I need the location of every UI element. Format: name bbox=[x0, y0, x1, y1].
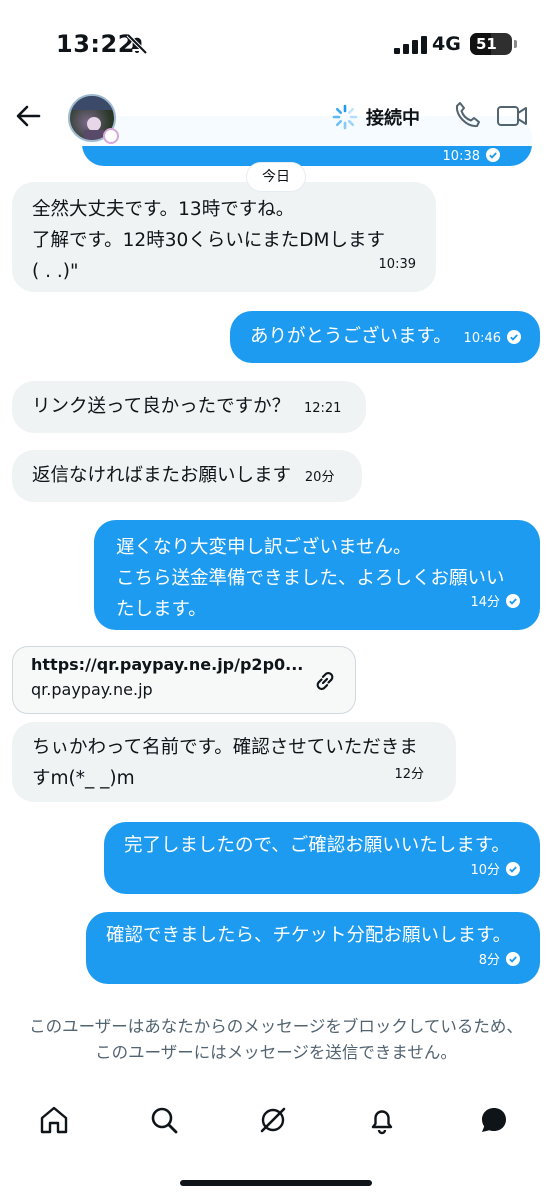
message-bubble-received[interactable]: リンク送って良かったですか？ 12:21 bbox=[12, 381, 366, 433]
bell-off-icon bbox=[126, 33, 148, 55]
message-text: 返信なければまたお願いします bbox=[32, 465, 292, 486]
message-bubble-received[interactable]: 返信なければまたお願いします 20分 bbox=[12, 450, 362, 502]
message-text: こちら送金準備できました、よろしくお願いい bbox=[116, 568, 505, 589]
conversation-header: 接続中 bbox=[0, 88, 552, 146]
back-arrow-icon[interactable] bbox=[12, 100, 44, 132]
message-time: 12分 bbox=[394, 767, 424, 782]
message-bubble-received[interactable]: ちぃかわって名前です。確認させていただきま すm(*_ _)m 12分 bbox=[12, 722, 456, 802]
video-camera-icon[interactable] bbox=[496, 102, 528, 130]
notifications-icon[interactable] bbox=[366, 1104, 398, 1136]
bottom-navigation bbox=[0, 1090, 552, 1150]
message-bubble-sent[interactable]: 完了しましたので、ご確認お願いいたします。 10分 bbox=[104, 822, 540, 894]
message-text: 確認できましたら、チケット分配お願いします。 bbox=[106, 925, 512, 946]
home-icon[interactable] bbox=[38, 1104, 70, 1136]
message-thread: 10:38 今日 全然大丈夫です。13時ですね。 了解です。12時30くらいにま… bbox=[0, 116, 552, 1096]
messages-icon[interactable] bbox=[478, 1104, 510, 1136]
sent-check-icon bbox=[486, 148, 500, 162]
message-time: 10分 bbox=[470, 855, 520, 886]
search-icon[interactable] bbox=[148, 1104, 180, 1136]
link-icon[interactable] bbox=[311, 667, 339, 695]
message-text: リンク送って良かったですか？ bbox=[32, 396, 291, 417]
grok-icon[interactable] bbox=[257, 1104, 289, 1136]
message-bubble-sent[interactable]: ありがとうございます。 10:46 bbox=[230, 311, 540, 363]
message-text: 全然大丈夫です。13時ですね。 bbox=[32, 199, 295, 220]
loading-spinner-icon bbox=[332, 104, 358, 130]
network-type: 4G bbox=[432, 33, 461, 55]
message-time: 8分 bbox=[479, 945, 520, 976]
status-bar: 13:22 4G 51 bbox=[0, 0, 552, 90]
message-bubble-sent[interactable]: 遅くなり大変申し訳ございません。 こちら送金準備できました、よろしくお願いい た… bbox=[94, 520, 540, 630]
message-text: 完了しましたので、ご確認お願いいたします。 bbox=[124, 835, 510, 856]
message-time: 20分 bbox=[304, 470, 335, 485]
battery-nub bbox=[514, 40, 517, 48]
message-time: 14分 bbox=[470, 587, 520, 618]
signal-icon bbox=[394, 36, 427, 54]
message-text: 了解です。12時30くらいにまたDMします bbox=[32, 230, 385, 251]
date-separator: 今日 bbox=[246, 162, 306, 192]
link-url[interactable]: https://qr.paypay.ne.jp/p2p0... bbox=[31, 655, 303, 674]
connection-status: 接続中 bbox=[332, 102, 420, 132]
status-time: 13:22 bbox=[56, 30, 135, 58]
message-time: 10:38 bbox=[443, 148, 500, 164]
battery-icon: 51 bbox=[470, 33, 512, 55]
blocked-notice: このユーザーはあなたからのメッセージをブロックしているため、このユーザーにはメッ… bbox=[29, 1017, 523, 1062]
message-text: ありがとうございます。 bbox=[250, 326, 452, 347]
connecting-label: 接続中 bbox=[366, 108, 420, 129]
message-bubble-sent[interactable]: 確認できましたら、チケット分配お願いします。 8分 bbox=[86, 912, 540, 984]
sent-check-icon bbox=[506, 594, 520, 608]
message-bubble-received[interactable]: 全然大丈夫です。13時ですね。 了解です。12時30くらいにまたDMします ( … bbox=[12, 182, 436, 292]
sent-check-icon bbox=[506, 862, 520, 876]
home-indicator bbox=[180, 1180, 372, 1186]
message-text: ちぃかわって名前です。確認させていただきま bbox=[32, 737, 418, 758]
battery-level: 51 bbox=[476, 35, 497, 53]
avatar-badge bbox=[103, 128, 119, 144]
link-domain: qr.paypay.ne.jp bbox=[31, 680, 153, 699]
sent-check-icon bbox=[507, 330, 522, 344]
phone-icon[interactable] bbox=[452, 100, 482, 130]
message-text: すm(*_ _)m bbox=[32, 768, 135, 789]
message-time: 12:21 bbox=[303, 401, 342, 416]
message-time: 10:46 bbox=[464, 330, 522, 346]
message-text: たします。 bbox=[116, 599, 207, 620]
message-text: 遅くなり大変申し訳ございません。 bbox=[116, 537, 412, 558]
link-preview-card[interactable]: https://qr.paypay.ne.jp/p2p0... qr.paypa… bbox=[12, 646, 356, 714]
sent-check-icon bbox=[506, 952, 520, 966]
message-time: 10:39 bbox=[378, 257, 416, 272]
message-text: ( . .)" bbox=[32, 261, 79, 282]
